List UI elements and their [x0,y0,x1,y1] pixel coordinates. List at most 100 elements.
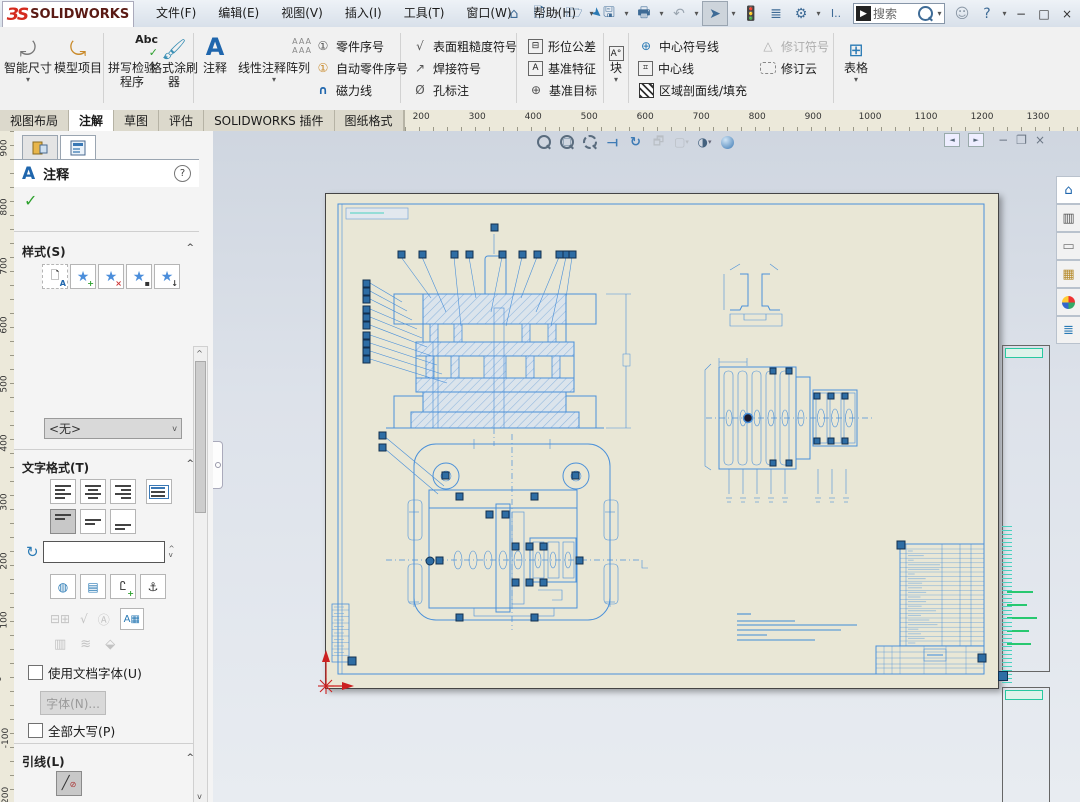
tab-view-layout[interactable]: 视图布局 [0,110,69,131]
angle-input[interactable] [43,541,165,563]
ok-check-icon[interactable]: ✓ [24,191,37,210]
new-caret-icon[interactable]: ▾ [552,9,561,18]
magnetic-line-button[interactable]: ∩磁力线 [315,79,408,101]
print-icon[interactable]: 🖶 [632,2,656,25]
panel-scrollbar[interactable]: ^ v [193,346,208,802]
tables-button[interactable]: ⊞ 表格 ▾ [838,31,874,84]
note-table-button[interactable]: A▦ [120,608,144,630]
feature-manager-tab[interactable] [22,135,58,160]
block-button[interactable]: A° 块 ▾ [605,31,627,84]
graphics-area[interactable]: ⟞ ↻ 🗗 ▢▾ ◑▾ ◄ ► − ❐ × [213,131,1080,802]
linear-note-pattern-button[interactable]: AAAAAA 线性注释阵列 ▾ [236,31,312,84]
menu-insert[interactable]: 插入(I) [334,0,393,27]
hole-callout-button[interactable]: Ø孔标注 [412,79,517,101]
minimize-button[interactable]: − [1010,3,1032,24]
new-document-icon[interactable]: 🗋 [527,2,551,25]
text-format-section-header[interactable]: 文字格式(T) ^ [22,459,194,475]
view-palette-tab[interactable]: ▦ [1056,260,1080,288]
smart-dimension-button[interactable]: ⤾ 智能尺寸 ▾ [2,31,54,84]
align-bottom-button[interactable] [110,509,136,534]
load-style-button[interactable]: ★↓ [154,264,180,289]
smart-dimension-caret-icon[interactable]: ▾ [2,75,54,84]
tab-annotation[interactable]: 注解 [69,110,114,131]
help-caret-icon[interactable]: ▾ [1000,9,1009,18]
doc-nav-right-icon[interactable]: ► [968,133,984,147]
add-leader-button[interactable]: Ꮭ+ [110,574,136,599]
checkbox-icon[interactable] [28,723,43,738]
design-library-tab[interactable]: ▥ [1056,204,1080,232]
file-explorer-tab[interactable]: ▭ [1056,232,1080,260]
note-button[interactable]: A 注释 [198,31,232,75]
custom-properties-tab[interactable]: ≣ [1056,316,1080,344]
checkbox-icon[interactable] [28,665,43,680]
tab-sketch[interactable]: 草图 [114,110,159,131]
tables-caret-icon[interactable]: ▾ [838,75,874,84]
tab-sheet-format[interactable]: 图纸格式 [335,110,404,131]
print-caret-icon[interactable]: ▾ [657,9,666,18]
search-box[interactable]: ▶ 搜索 ▾ [853,3,945,24]
select-cursor-icon[interactable]: ➤ [702,1,728,26]
options-caret-icon[interactable]: ▾ [814,9,823,18]
units-icon[interactable]: I.. [824,2,848,25]
display-style-icon[interactable]: ◑▾ [696,134,713,151]
previous-view-icon[interactable]: ↻ [627,134,644,151]
appearances-tab[interactable] [1056,288,1080,316]
search-magnifier-icon[interactable] [918,6,933,21]
open-icon[interactable]: 🗁 [562,2,586,25]
align-right-button[interactable] [110,479,136,504]
angle-down-spinner[interactable]: v [169,552,175,558]
menu-tools[interactable]: 工具(T) [393,0,456,27]
doc-nav-left-icon[interactable]: ◄ [944,133,960,147]
drawing-sheet[interactable] [325,193,999,689]
scroll-up-arrow[interactable]: ^ [194,347,205,360]
anchor-button[interactable]: ⚓ [140,574,166,599]
doc-restore-button[interactable]: ❐ [1016,133,1027,147]
align-left-button[interactable] [50,479,76,504]
tab-addins[interactable]: SOLIDWORKS 插件 [204,110,334,131]
style-dropdown[interactable]: <无> v [44,418,182,439]
options-gear-icon[interactable]: ⚙ [789,2,813,25]
surface-finish-button[interactable]: √表面粗糙度符号 [412,35,517,57]
maximize-button[interactable]: □ [1033,3,1055,24]
doc-minimize-button[interactable]: − [998,133,1008,147]
rebuild-traffic-light-icon[interactable]: 🚦 [739,2,763,25]
datum-feature-button[interactable]: A基准特征 [528,57,597,79]
center-mark-button[interactable]: ⊕中心符号线 [638,35,747,57]
open-caret-icon[interactable]: ▾ [587,9,596,18]
search-caret-icon[interactable]: ▾ [935,9,944,18]
delete-style-button[interactable]: ★× [98,264,124,289]
hyperlink-globe-button[interactable]: ◍ [50,574,76,599]
revision-cloud-button[interactable]: 修订云 [760,57,829,79]
weld-symbol-button[interactable]: ↗焊接符号 [412,57,517,79]
datum-target-button[interactable]: ⊕基准目标 [528,79,597,101]
style-section-header[interactable]: 样式(S) ^ [22,243,194,259]
linear-note-caret-icon[interactable]: ▾ [236,75,312,84]
home-icon[interactable]: ⌂ [502,2,526,25]
justify-button[interactable] [146,479,172,504]
block-caret-icon[interactable]: ▾ [605,75,627,84]
undo-icon[interactable]: ↶ [667,2,691,25]
save-caret-icon[interactable]: ▾ [622,9,631,18]
scrollbar-thumb[interactable] [195,361,206,513]
save-icon[interactable]: 🖫 [597,2,621,25]
menu-file[interactable]: 文件(F) [145,0,207,27]
apply-default-style-button[interactable]: 🗋A [42,264,68,289]
format-painter-button[interactable]: 🖌 格式涂刷器 [148,31,200,89]
menu-edit[interactable]: 编辑(E) [207,0,270,27]
zoom-fit-icon[interactable] [535,134,552,151]
align-middle-button[interactable] [80,509,106,534]
property-manager-tab[interactable] [60,135,96,160]
panel-flyout-handle[interactable] [213,441,223,489]
use-doc-font-checkbox[interactable]: 使用文档字体(U) [28,663,142,682]
close-button[interactable]: × [1056,3,1078,24]
selection-handle[interactable] [998,671,1008,681]
scroll-down-arrow[interactable]: v [194,790,205,802]
resources-home-tab[interactable]: ⌂ [1056,176,1080,204]
gtol-button[interactable]: ⊟形位公差 [528,35,597,57]
help-icon[interactable]: ? [975,2,999,25]
doc-close-button[interactable]: × [1035,133,1045,147]
balloon-button[interactable]: ①零件序号 [315,35,408,57]
model-items-button[interactable]: ⤿ 模型项目 [52,31,104,75]
add-style-button[interactable]: ★+ [70,264,96,289]
file-properties-icon[interactable]: ≣ [764,2,788,25]
